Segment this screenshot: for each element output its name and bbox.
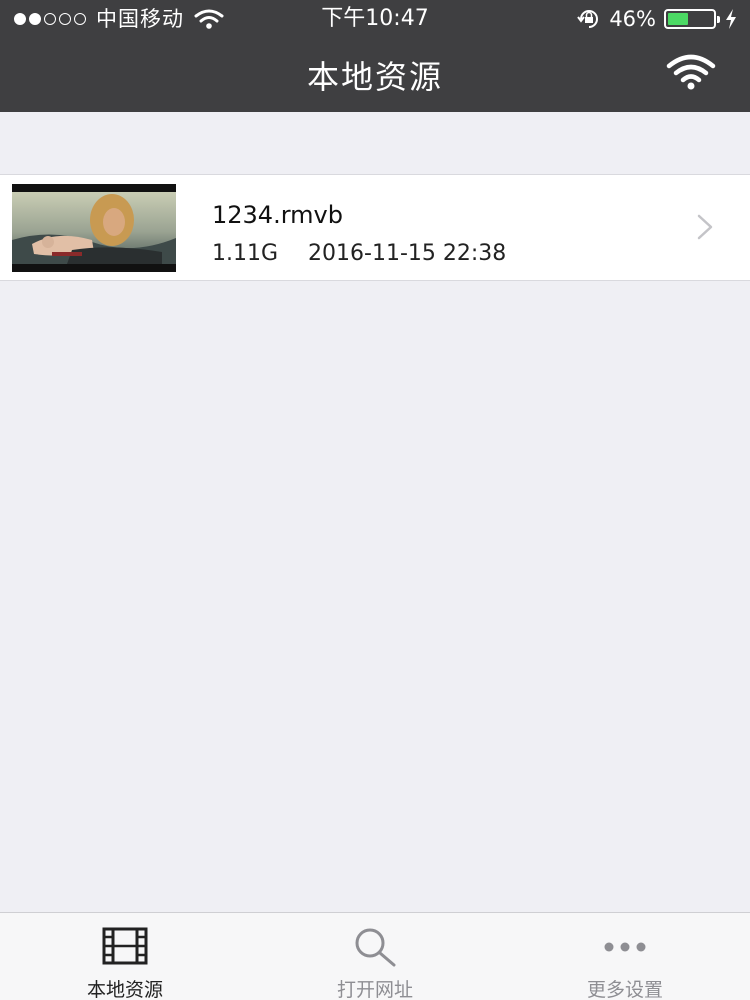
charging-bolt-icon	[726, 9, 736, 29]
file-date: 2016-11-15 22:38	[308, 241, 507, 266]
file-size: 1.11G	[212, 241, 279, 266]
file-list: 1234.rmvb 1.11G 2016-11-15 22:38	[0, 174, 750, 281]
tab-more-settings[interactable]: 更多设置	[500, 913, 750, 1000]
search-icon	[355, 928, 396, 967]
list-item[interactable]: 1234.rmvb 1.11G 2016-11-15 22:38	[0, 175, 750, 280]
status-right: 46%	[577, 0, 738, 38]
page-title: 本地资源	[306, 58, 443, 96]
tab-open-url[interactable]: 打开网址	[250, 913, 500, 1000]
rotation-lock-icon	[577, 10, 599, 28]
tab-label: 本地资源	[86, 979, 163, 1000]
file-name: 1234.rmvb	[212, 201, 343, 229]
chevron-right-icon	[697, 214, 713, 240]
thumbnail-image	[12, 192, 176, 264]
battery-percent: 46%	[609, 7, 656, 31]
header: 中国移动 下午10:47 46% 本地资源	[0, 0, 750, 112]
app-screen: 中国移动 下午10:47 46% 本地资源 1234.rmvb 1.11G 20…	[0, 0, 750, 1000]
tab-label: 打开网址	[336, 979, 413, 1000]
tab-label: 更多设置	[586, 979, 663, 1000]
tab-bar: 本地资源 打开网址 更多设置	[0, 912, 750, 1000]
tab-local-resources[interactable]: 本地资源	[0, 913, 250, 1000]
battery-icon	[664, 9, 720, 29]
file-meta: 1.11G 2016-11-15 22:38	[212, 241, 506, 266]
status-bar: 中国移动 下午10:47 46%	[0, 0, 750, 38]
video-thumbnail	[12, 184, 176, 272]
more-icon	[604, 942, 646, 952]
film-icon	[102, 927, 148, 965]
wifi-icon[interactable]	[666, 54, 716, 90]
